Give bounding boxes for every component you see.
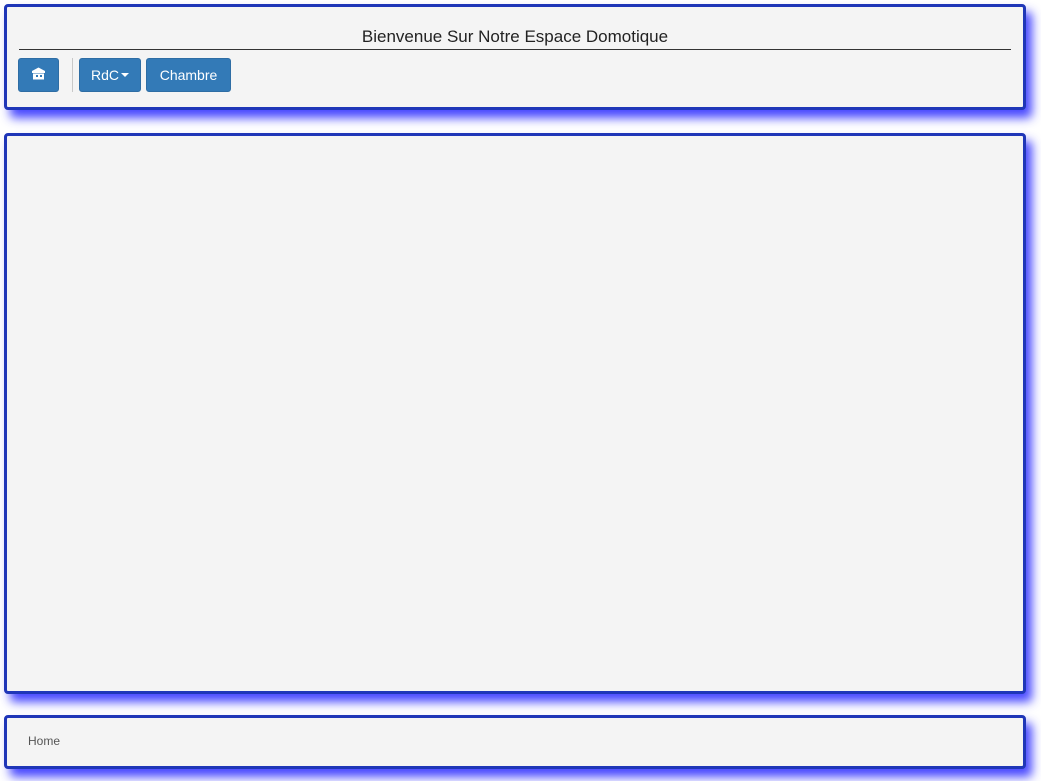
rdc-button-label: RdC xyxy=(90,67,119,83)
footer-panel: Home xyxy=(4,715,1026,769)
page-title: Bienvenue Sur Notre Espace Domotique xyxy=(19,27,1011,50)
caret-down-icon xyxy=(121,73,129,77)
chambre-button-label: Chambre xyxy=(159,67,218,83)
home-icon xyxy=(31,67,46,83)
main-content-panel xyxy=(4,133,1026,694)
header-panel: Bienvenue Sur Notre Espace Domotique RdC… xyxy=(4,4,1026,110)
rdc-dropdown-button[interactable]: RdC xyxy=(79,58,141,92)
nav-separator xyxy=(72,58,73,92)
home-button[interactable] xyxy=(18,58,59,92)
footer-breadcrumb: Home xyxy=(28,734,61,748)
chambre-button[interactable]: Chambre xyxy=(146,58,231,92)
